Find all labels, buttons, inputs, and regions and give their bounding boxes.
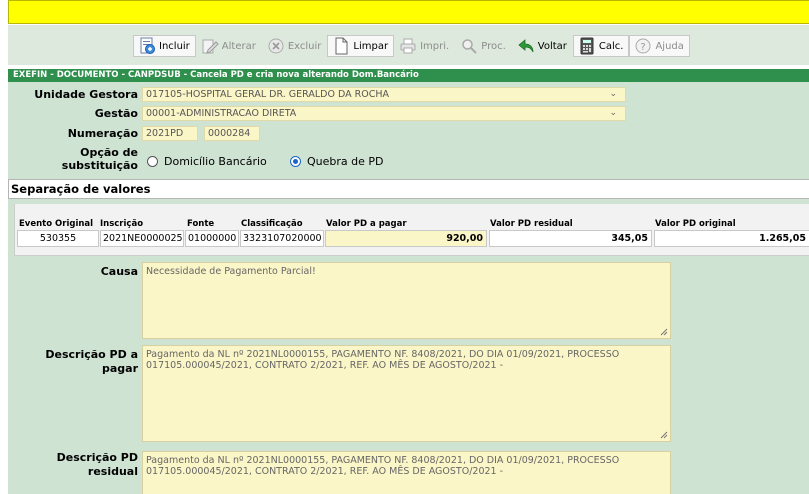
chevron-down-icon: ⌄ xyxy=(609,89,617,99)
delete-icon xyxy=(266,36,286,56)
incluir-button[interactable]: Incluir xyxy=(133,35,196,57)
proc-button[interactable]: Proc. xyxy=(455,35,512,57)
document-add-icon xyxy=(137,36,157,56)
cell-classificacao: 3323107020000 xyxy=(240,230,324,247)
gestao-value: 00001-ADMINISTRACAO DIRETA xyxy=(146,108,297,119)
limpar-label: Limpar xyxy=(353,40,389,52)
cell-evento: 530355 xyxy=(17,230,99,247)
causa-label: Causa xyxy=(100,265,138,278)
radio-circle xyxy=(147,156,158,167)
cell-inscricao: 2021NE0000025 xyxy=(100,230,184,247)
radio-domicilio-bancario[interactable]: Domicílio Bancário xyxy=(147,155,267,168)
calc-label: Calc. xyxy=(598,40,624,52)
col-valor-original: Valor PD original xyxy=(655,219,736,229)
descricao-residual-line-2: 017105.000045/2021, CONTRATO 2/2021, REF… xyxy=(146,466,504,477)
gestao-select[interactable]: 00001-ADMINISTRACAO DIRETA ⌄ xyxy=(142,106,626,121)
radio-domicilio-label: Domicílio Bancário xyxy=(164,155,267,168)
unidade-gestora-select[interactable]: 017105-HOSPITAL GERAL DR. GERALDO DA ROC… xyxy=(142,87,626,102)
resize-grip-icon[interactable] xyxy=(659,430,668,439)
causa-textarea[interactable]: Necessidade de Pagamento Parcial! xyxy=(142,262,671,339)
voltar-button[interactable]: Voltar xyxy=(512,35,573,57)
imprimir-button[interactable]: Impri. xyxy=(394,35,455,57)
panel-title: EXEFIN - DOCUMENTO - CANPDSUB - Cancela … xyxy=(8,69,809,82)
imprimir-label: Impri. xyxy=(420,40,450,52)
col-inscricao: Inscrição xyxy=(100,219,144,229)
calc-button[interactable]: Calc. xyxy=(572,35,630,57)
top-alert-bar xyxy=(8,0,809,24)
chevron-down-icon: ⌄ xyxy=(609,108,617,118)
limpar-button[interactable]: Limpar xyxy=(327,35,395,57)
unidade-gestora-label: Unidade Gestora xyxy=(34,88,138,101)
toolbar: Incluir Alterar Excluir Limpar Impri. Pr… xyxy=(8,25,809,65)
alterar-label: Alterar xyxy=(221,40,256,52)
gestao-label: Gestão xyxy=(94,107,138,120)
numeracao-label: Numeração xyxy=(67,127,138,140)
cell-fonte: 01000000 xyxy=(185,230,239,247)
descricao-residual-label: Descrição PD residual xyxy=(20,451,138,479)
numeracao-year-field[interactable]: 2021PD xyxy=(142,126,198,141)
proc-label: Proc. xyxy=(481,40,506,52)
excluir-label: Excluir xyxy=(287,40,322,52)
descricao-pagar-label-1: Descrição PD a xyxy=(45,348,138,361)
descricao-residual-label-1: Descrição PD xyxy=(56,451,138,464)
search-icon xyxy=(459,36,479,56)
descricao-pagar-label-2: pagar xyxy=(101,362,138,375)
cell-valor-original: 1.265,05 xyxy=(654,230,809,247)
alterar-button[interactable]: Alterar xyxy=(196,35,262,57)
opcao-label-line-2: substituição xyxy=(61,159,138,172)
numeracao-number-field[interactable]: 0000284 xyxy=(204,126,260,141)
back-arrow-icon xyxy=(516,36,536,56)
descricao-pagar-label: Descrição PD a pagar xyxy=(20,348,138,376)
print-icon xyxy=(398,36,418,56)
radio-circle-selected xyxy=(290,156,301,167)
calculator-icon xyxy=(577,36,597,56)
col-valor-pagar: Valor PD a pagar xyxy=(326,219,407,229)
descricao-pagar-textarea[interactable]: Pagamento da NL nº 2021NL0000155, PAGAME… xyxy=(142,345,671,442)
col-fonte: Fonte xyxy=(187,219,215,229)
toolbar-buttons: Incluir Alterar Excluir Limpar Impri. Pr… xyxy=(133,33,690,59)
causa-value: Necessidade de Pagamento Parcial! xyxy=(146,266,316,277)
valor-pd-pagar-input[interactable]: 920,00 xyxy=(325,230,487,247)
resize-grip-icon[interactable] xyxy=(659,327,668,336)
cell-valor-residual: 345,05 xyxy=(489,230,652,247)
opcao-substituicao-label: Opção de substituição xyxy=(20,146,138,172)
ajuda-label: Ajuda xyxy=(655,40,684,52)
unidade-gestora-value: 017105-HOSPITAL GERAL DR. GERALDO DA ROC… xyxy=(146,89,389,100)
col-classificacao: Classificação xyxy=(241,219,303,229)
svg-text:?: ? xyxy=(641,42,646,53)
descricao-residual-line-1: Pagamento da NL nº 2021NL0000155, PAGAME… xyxy=(146,455,620,466)
radio-quebra-label: Quebra de PD xyxy=(307,155,384,168)
descricao-pagar-line-1: Pagamento da NL nº 2021NL0000155, PAGAME… xyxy=(146,349,620,360)
incluir-label: Incluir xyxy=(159,40,190,52)
edit-icon xyxy=(200,36,220,56)
help-icon: ? xyxy=(633,36,653,56)
col-valor-residual: Valor PD residual xyxy=(490,219,573,229)
separacao-valores-header: Separação de valores xyxy=(8,179,809,199)
col-evento-original: Evento Original xyxy=(19,219,94,229)
voltar-label: Voltar xyxy=(537,40,567,52)
descricao-residual-label-2: residual xyxy=(87,465,138,478)
opcao-label-line-1: Opção de xyxy=(80,146,138,159)
descricao-residual-textarea[interactable]: Pagamento da NL nº 2021NL0000155, PAGAME… xyxy=(142,451,671,494)
excluir-button[interactable]: Excluir xyxy=(262,35,328,57)
clear-icon xyxy=(331,36,351,56)
ajuda-button[interactable]: ? Ajuda xyxy=(629,35,690,57)
descricao-pagar-line-2: 017105.000045/2021, CONTRATO 2/2021, REF… xyxy=(146,360,504,371)
radio-quebra-de-pd[interactable]: Quebra de PD xyxy=(290,155,384,168)
